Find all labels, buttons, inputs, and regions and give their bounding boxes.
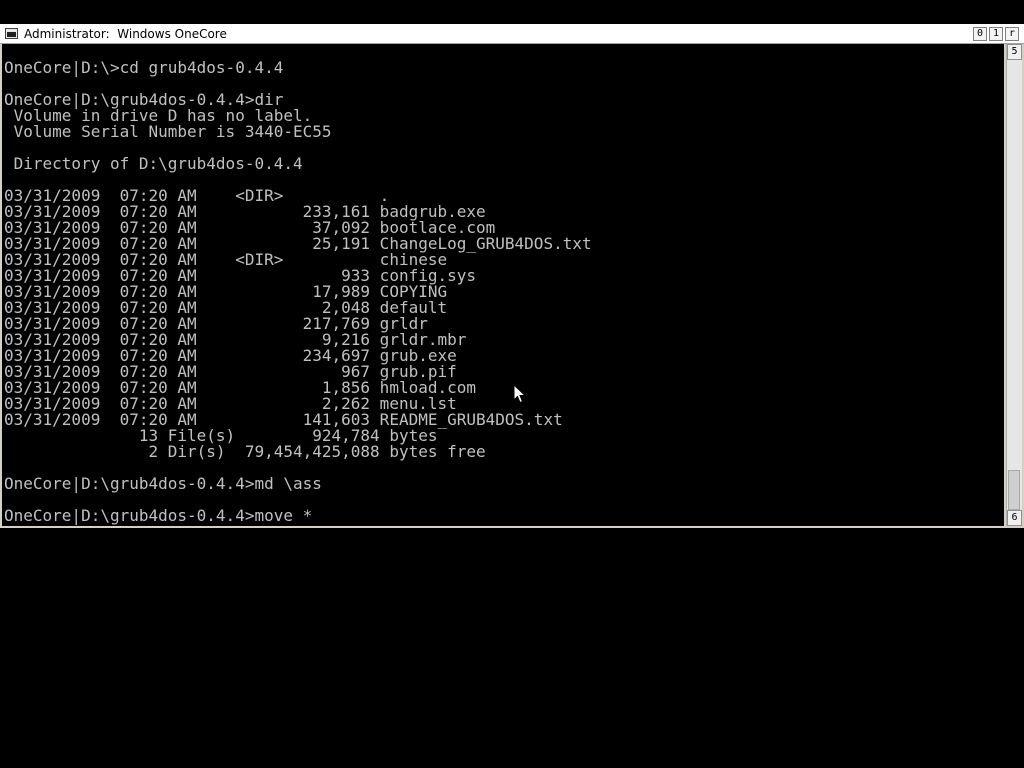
console-line: OneCore|D:\grub4dos-0.4.4>move *: [4, 506, 313, 525]
scroll-down-button[interactable]: 6: [1007, 510, 1022, 526]
scroll-thumb[interactable]: [1008, 470, 1020, 510]
window-title: Administrator: Windows OneCore: [24, 27, 227, 41]
vertical-scrollbar[interactable]: 5 6: [1006, 44, 1022, 526]
maximize-button[interactable]: 1: [989, 27, 1003, 41]
console-output-area[interactable]: OneCore|D:\>cd grub4dos-0.4.4 OneCore|D:\…: [2, 44, 1004, 526]
close-button[interactable]: r: [1005, 27, 1019, 41]
console-line: OneCore|D:\>cd grub4dos-0.4.4: [4, 58, 284, 77]
console-line: 2 Dir(s) 79,454,425,088 bytes free: [4, 442, 486, 461]
mouse-pointer-icon: [513, 384, 527, 404]
scroll-up-button[interactable]: 5: [1007, 44, 1022, 60]
console-line: Volume Serial Number is 3440-EC55: [4, 122, 332, 141]
desktop-screen: Administrator: Windows OneCore 0 1 r One…: [0, 0, 1024, 768]
console-text: OneCore|D:\>cd grub4dos-0.4.4 OneCore|D:\…: [4, 60, 592, 524]
minimize-button[interactable]: 0: [973, 27, 987, 41]
console-line: Directory of D:\grub4dos-0.4.4: [4, 154, 303, 173]
window-titlebar[interactable]: Administrator: Windows OneCore 0 1 r: [0, 24, 1024, 44]
console-app-icon[interactable]: [5, 28, 18, 39]
console-window[interactable]: Administrator: Windows OneCore 0 1 r One…: [0, 24, 1024, 528]
window-controls: 0 1 r: [973, 27, 1019, 41]
console-line: OneCore|D:\grub4dos-0.4.4>md \ass: [4, 474, 322, 493]
